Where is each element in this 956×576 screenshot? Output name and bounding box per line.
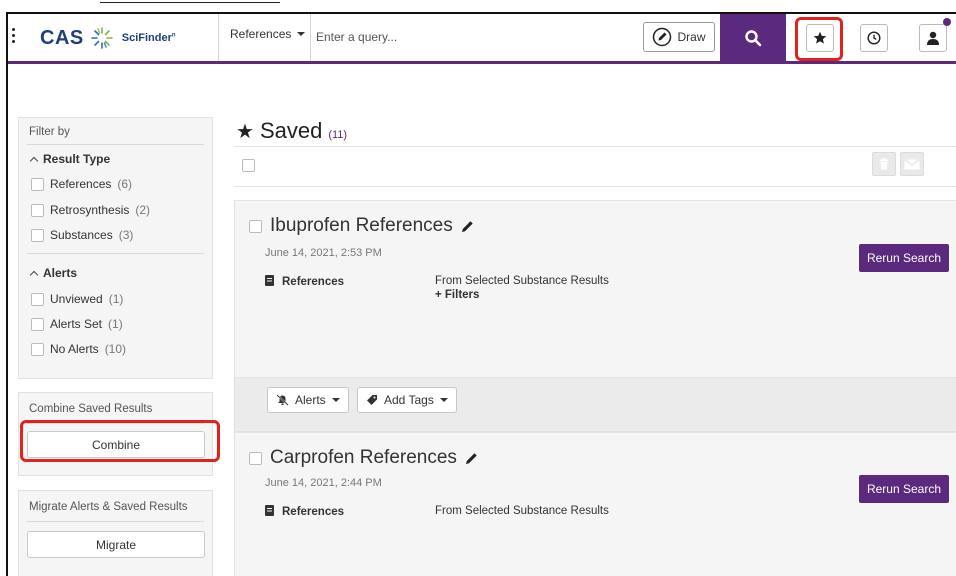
checkbox[interactable]: [31, 203, 44, 217]
checkbox[interactable]: [31, 228, 44, 242]
alerts-dropdown[interactable]: Alerts: [267, 387, 349, 413]
filter-references[interactable]: References (6): [31, 177, 132, 191]
pencil-icon[interactable]: [465, 452, 478, 465]
divider: [234, 186, 956, 187]
filter-substances[interactable]: Substances (3): [31, 228, 133, 242]
divider: [27, 521, 204, 522]
card-title: Ibuprofen References: [249, 215, 474, 237]
result-source: From Selected Substance Results: [435, 505, 609, 517]
filter-unviewed[interactable]: Unviewed (1): [31, 292, 123, 306]
scifinder-wordmark: SciFindern: [121, 32, 176, 44]
history-button[interactable]: [860, 24, 888, 52]
header-divider: [218, 14, 219, 61]
filter-retrosynthesis[interactable]: Retrosynthesis (2): [31, 203, 150, 217]
caret-down-icon: [331, 398, 340, 402]
card-checkbox[interactable]: [249, 451, 262, 465]
search-type-select[interactable]: References: [230, 27, 306, 41]
search-button[interactable]: [720, 14, 786, 61]
combine-title: Combine Saved Results: [29, 403, 153, 415]
draw-button[interactable]: Draw: [643, 22, 715, 52]
saved-result-card: Carprofen References June 14, 2021, 2:44…: [234, 432, 956, 576]
page-title: ★ Saved (11): [236, 118, 348, 143]
result-type-header[interactable]: Result Type: [29, 152, 110, 166]
checkbox[interactable]: [31, 177, 44, 191]
saved-star-button[interactable]: [806, 24, 834, 52]
rerun-search-button[interactable]: Rerun Search: [858, 244, 949, 272]
divider: [27, 253, 204, 254]
email-button[interactable]: [900, 152, 924, 176]
checkbox[interactable]: [31, 317, 44, 331]
top-bar: CAS SciFindern References Enter a query.…: [8, 14, 956, 64]
filter-panel: Filter by Result Type References (6) Ret…: [18, 117, 213, 379]
menu-dots-icon[interactable]: [11, 28, 17, 48]
pencil-circle-icon: [653, 27, 672, 47]
caret-down-icon: [439, 398, 448, 402]
result-type: References: [265, 275, 344, 288]
star-icon: ★: [236, 121, 254, 143]
chevron-up-icon: [29, 156, 39, 165]
star-icon: [813, 31, 827, 44]
migrate-title: Migrate Alerts & Saved Results: [29, 501, 188, 513]
clock-icon: [867, 31, 881, 45]
filter-title: Filter by: [29, 126, 70, 138]
filter-alerts-set[interactable]: Alerts Set (1): [31, 317, 123, 331]
app-window: CAS SciFindern References Enter a query.…: [6, 12, 956, 576]
saved-date: June 14, 2021, 2:44 PM: [265, 477, 382, 489]
migrate-panel: Migrate Alerts & Saved Results Migrate: [18, 490, 213, 576]
rerun-search-button[interactable]: Rerun Search: [858, 475, 949, 503]
draw-label: Draw: [677, 30, 706, 44]
notification-dot: [943, 18, 951, 26]
card-checkbox[interactable]: [249, 219, 262, 233]
divider: [27, 423, 204, 424]
card-title: Carprofen References: [249, 447, 478, 469]
result-filters[interactable]: + Filters: [435, 289, 479, 301]
combine-button[interactable]: Combine: [27, 431, 205, 458]
divider: [27, 144, 204, 145]
cas-wordmark: CAS: [40, 26, 84, 49]
cas-scifinder-logo[interactable]: CAS SciFindern: [40, 24, 176, 52]
checkbox[interactable]: [31, 292, 44, 306]
document-icon: [265, 505, 274, 516]
pencil-icon[interactable]: [461, 220, 474, 233]
chevron-up-icon: [29, 270, 39, 279]
delete-button[interactable]: [872, 152, 896, 176]
trash-icon: [879, 158, 889, 170]
checkbox[interactable]: [31, 342, 44, 356]
tag-icon: [367, 395, 377, 405]
search-type-value: References: [230, 27, 292, 41]
result-source: From Selected Substance Results: [435, 275, 609, 287]
select-all-checkbox[interactable]: [242, 159, 255, 172]
header-divider: [310, 14, 311, 61]
cas-burst-icon: [90, 27, 113, 49]
result-type: References: [265, 505, 344, 518]
document-icon: [265, 275, 274, 286]
user-button[interactable]: [919, 24, 947, 52]
filter-no-alerts[interactable]: No Alerts (10): [31, 342, 126, 356]
caret-down-icon: [297, 32, 306, 36]
saved-date: June 14, 2021, 2:53 PM: [265, 247, 382, 259]
add-tags-dropdown[interactable]: Add Tags: [357, 387, 457, 413]
combine-panel: Combine Saved Results Combine: [18, 392, 213, 476]
envelope-icon: [904, 158, 920, 169]
bell-off-icon: [276, 394, 289, 406]
divider: [234, 146, 956, 147]
underline-rule: [100, 2, 280, 3]
card-footer: Alerts Add Tags: [234, 378, 956, 432]
migrate-button[interactable]: Migrate: [27, 531, 205, 558]
query-input[interactable]: [316, 24, 636, 50]
alerts-header[interactable]: Alerts: [29, 266, 77, 280]
result-name[interactable]: Ibuprofen References: [270, 215, 453, 237]
saved-count: (11): [328, 129, 348, 141]
search-icon: [745, 29, 762, 46]
saved-result-card: Ibuprofen References June 14, 2021, 2:53…: [234, 200, 956, 378]
result-name[interactable]: Carprofen References: [270, 447, 457, 469]
user-icon: [927, 31, 939, 45]
